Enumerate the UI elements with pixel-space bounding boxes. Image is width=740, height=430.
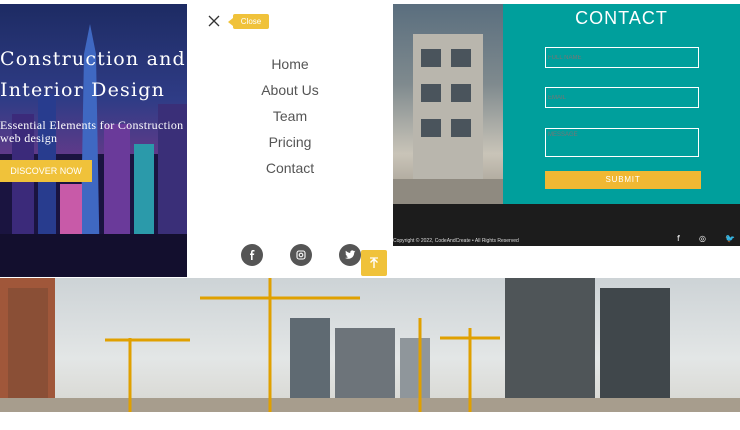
instagram-icon[interactable] <box>290 244 312 266</box>
full-name-input[interactable] <box>545 47 699 68</box>
discover-now-button[interactable]: DISCOVER NOW <box>0 160 92 182</box>
submit-button[interactable]: SUBMIT <box>545 171 701 189</box>
construction-site-photo <box>0 278 740 412</box>
instagram-icon[interactable]: ◎ <box>699 234 706 243</box>
email-input[interactable] <box>545 87 699 108</box>
nav-contact[interactable]: Contact <box>187 160 393 176</box>
twitter-icon[interactable]: 🐦 <box>725 234 735 243</box>
mobile-menu-panel: Close Home About Us Team Pricing Contact <box>187 4 393 277</box>
hero-title: Construction and Interior Design <box>0 48 186 101</box>
nav-about-us[interactable]: About Us <box>187 82 393 98</box>
arrow-up-icon <box>370 257 378 268</box>
facebook-icon[interactable] <box>241 244 263 266</box>
nav-pricing[interactable]: Pricing <box>187 134 393 150</box>
hero-subtitle: Essential Elements for Construction comp… <box>0 118 187 145</box>
copyright-text: Copyright © 2022, CodeAndCreate • All Ri… <box>393 238 519 244</box>
building-photo <box>393 4 503 204</box>
hero-banner: Construction and Interior Design Essenti… <box>0 4 187 277</box>
contact-title: CONTACT <box>575 8 668 28</box>
close-icon[interactable] <box>207 14 221 28</box>
nav-team[interactable]: Team <box>187 108 393 124</box>
scroll-to-top-button[interactable] <box>361 250 387 276</box>
close-tooltip[interactable]: Close <box>228 14 269 29</box>
contact-section: CONTACT SUBMIT Copyright © 2022, CodeAnd… <box>393 4 740 246</box>
facebook-icon[interactable]: f <box>677 234 680 243</box>
twitter-icon[interactable] <box>339 244 361 266</box>
nav-home[interactable]: Home <box>187 56 393 72</box>
message-textarea[interactable] <box>545 128 699 157</box>
